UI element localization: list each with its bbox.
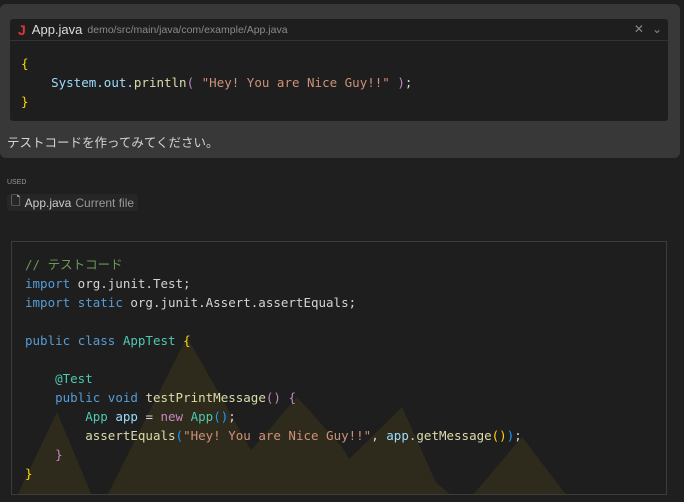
file-icon: 🗋 [11,194,21,208]
file-reference-panel: J App.java demo/src/main/java/com/exampl… [10,19,668,121]
file-reference-header: J App.java demo/src/main/java/com/exampl… [10,19,668,41]
file-name[interactable]: App.java [32,22,83,37]
reference-code: { System.out.println( "Hey! You are Nice… [21,56,413,109]
code-block: // テストコード import org.junit.Test; import … [11,241,667,495]
user-message-bubble: J App.java demo/src/main/java/com/exampl… [0,4,680,158]
used-file-name: App.java [24,195,72,210]
file-path: demo/src/main/java/com/example/App.java [87,23,288,36]
message-text: テストコードを作ってみてください。 [7,136,219,150]
close-icon[interactable]: ✕ [634,22,644,36]
chevron-down-icon[interactable]: ⌄ [652,22,662,36]
used-label: USED [7,179,27,186]
used-file-chip[interactable]: 🗋 App.java Current file [7,194,139,211]
used-file-desc: Current file [75,195,135,210]
java-icon: J [18,21,26,38]
